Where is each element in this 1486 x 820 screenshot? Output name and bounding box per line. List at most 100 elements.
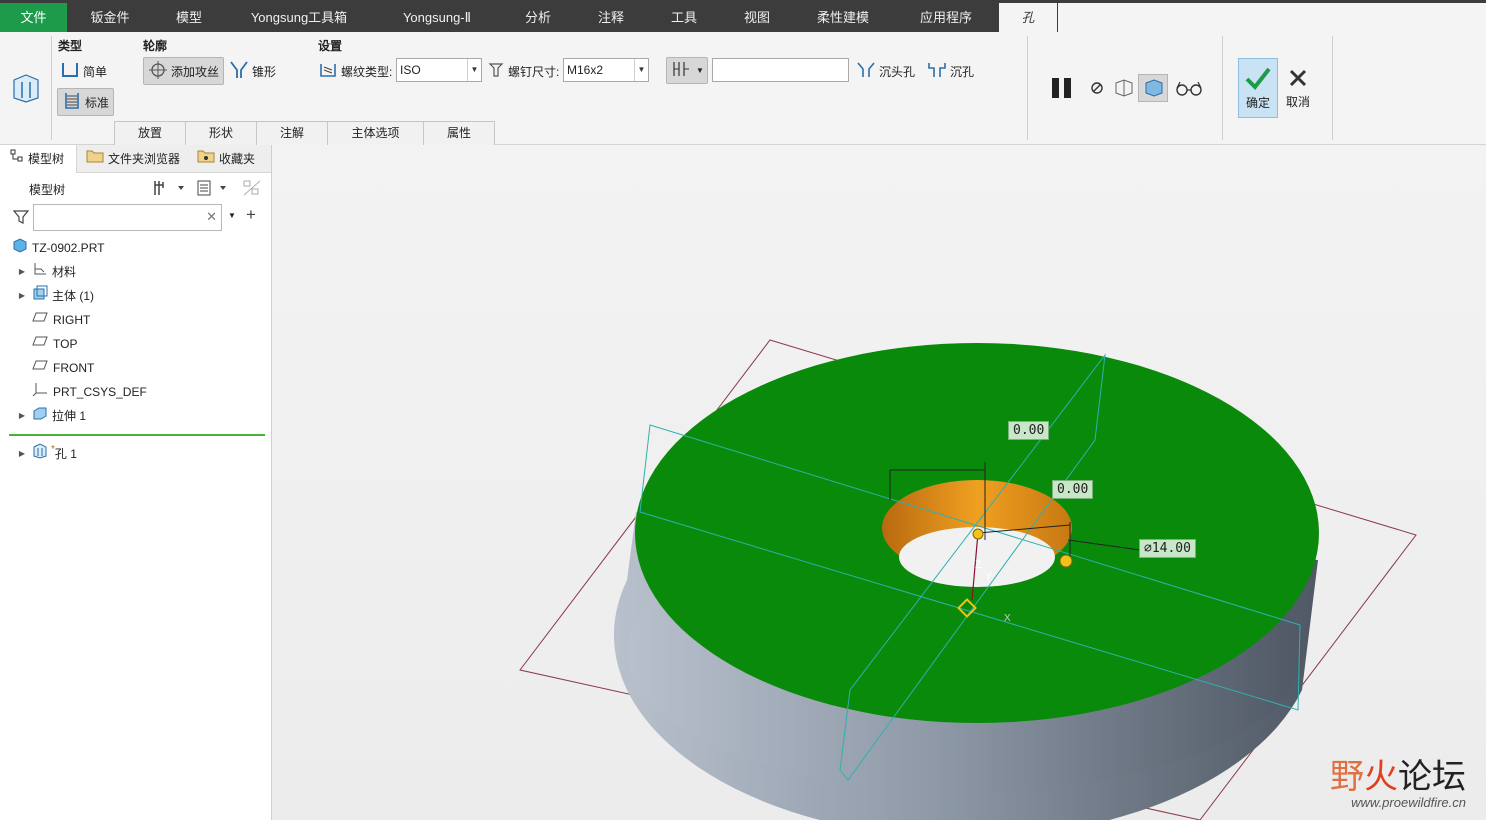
no-preview-icon[interactable] (1089, 80, 1105, 99)
tree-item-csys[interactable]: PRT_CSYS_DEF (32, 381, 147, 403)
menu-file[interactable]: 文件 (0, 3, 67, 32)
menu-bar: 文件 钣金件 模型 Yongsung工具箱 Yongsung-Ⅱ 分析 注释 工… (0, 0, 1486, 32)
menu-flexible-modeling[interactable]: 柔性建模 (793, 3, 893, 32)
menu-tools[interactable]: 工具 (647, 3, 721, 32)
watermark-title-a: 野 (1330, 757, 1364, 797)
tree-search-input[interactable]: ✕ (33, 204, 222, 231)
checkmark-icon (1245, 67, 1271, 91)
simple-hole-icon (60, 61, 80, 82)
menu-hole[interactable]: 孔 (999, 3, 1057, 32)
watermark-title-c: 论坛 (1398, 757, 1466, 797)
folder-icon (86, 145, 104, 173)
axis-y-label: Y (985, 571, 993, 583)
screw-size-select[interactable]: M16x2 ▼ (563, 58, 649, 82)
ok-button[interactable]: 确定 (1238, 58, 1278, 118)
screw-size-label-group: 螺钉尺寸: (487, 60, 559, 82)
tree-item-front[interactable]: FRONT (32, 357, 94, 379)
expand-icon[interactable]: ▶ (16, 261, 28, 283)
taper-icon (229, 60, 249, 83)
tab-notes[interactable]: 注解 (256, 121, 328, 145)
menu-analysis[interactable]: 分析 (501, 3, 575, 32)
tab-folder-browser-label: 文件夹浏览器 (108, 152, 181, 166)
menu-view[interactable]: 视图 (721, 3, 793, 32)
wireframe-preview-icon[interactable] (1113, 78, 1135, 101)
chevron-down-icon[interactable]: ▼ (467, 59, 481, 81)
tree-item-label: TZ-0902.PRT (32, 241, 105, 255)
counterbore-label: 沉孔 (950, 64, 975, 79)
taper-button[interactable]: 锥形 (229, 60, 276, 82)
settings-group-label: 设置 (318, 39, 343, 53)
dimension-offset-1-value: 0.00 (1013, 423, 1045, 438)
chevron-down-icon[interactable]: ▼ (634, 59, 648, 81)
add-tap-label: 添加攻丝 (171, 64, 220, 79)
diameter-handle[interactable] (1059, 554, 1073, 568)
tree-item-top[interactable]: TOP (32, 333, 77, 355)
menu-annotate[interactable]: 注释 (575, 3, 647, 32)
dimension-offset-2[interactable]: 0.00 (1052, 480, 1094, 499)
glasses-icon[interactable] (1175, 80, 1203, 99)
counterbore-button[interactable]: 沉孔 (927, 60, 974, 82)
add-icon[interactable]: + (246, 205, 256, 225)
thread-type-select[interactable]: ISO ▼ (396, 58, 482, 82)
chevron-down-icon[interactable]: ▼ (228, 211, 236, 220)
placement-handle[interactable] (972, 528, 984, 540)
menu-sheetmetal[interactable]: 钣金件 (67, 3, 153, 32)
tab-favorites-label: 收藏夹 (219, 152, 256, 166)
tab-properties[interactable]: 属性 (423, 121, 495, 145)
insert-here-marker[interactable] (9, 434, 265, 436)
tab-body-options[interactable]: 主体选项 (327, 121, 424, 145)
model-graphics (519, 339, 1417, 820)
clear-icon[interactable]: ✕ (206, 209, 217, 225)
material-icon (32, 261, 48, 284)
menu-applications[interactable]: 应用程序 (893, 3, 999, 32)
tree-item-material[interactable]: ▶ 材料 (16, 261, 76, 283)
tree-item-extrude[interactable]: ▶ 拉伸 1 (16, 405, 86, 427)
tree-item-part[interactable]: TZ-0902.PRT (12, 237, 104, 259)
dimension-offset-1[interactable]: 0.00 (1008, 421, 1050, 440)
thread-type-label: 螺纹类型: (341, 64, 393, 79)
tab-model-tree[interactable]: 模型树 (0, 145, 77, 173)
geometry-preview-button[interactable] (1138, 74, 1168, 102)
pause-icon[interactable] (1050, 76, 1074, 103)
tree-item-hole[interactable]: ▶ * 孔 1 (16, 442, 77, 465)
expand-icon[interactable]: ▶ (16, 443, 28, 465)
model-tree-title: 模型树 (29, 183, 66, 197)
menu-yongsung-toolbox[interactable]: Yongsung工具箱 (225, 3, 373, 32)
countersink-icon (856, 61, 876, 82)
simple-hole-button[interactable]: 简单 (60, 60, 107, 82)
favorites-icon (197, 145, 215, 173)
depth-option-button[interactable]: ▼ (666, 57, 708, 84)
tree-item-right[interactable]: RIGHT (32, 309, 90, 331)
cancel-button[interactable]: 取消 (1284, 58, 1312, 118)
tab-placement[interactable]: 放置 (114, 121, 186, 145)
expand-icon[interactable]: ▶ (16, 285, 28, 307)
tab-folder-browser[interactable]: 文件夹浏览器 (86, 145, 180, 173)
thread-icon (318, 61, 338, 82)
geometry-preview-icon (1145, 79, 1163, 97)
depth-value-input[interactable] (712, 58, 849, 82)
thread-type-value: ISO (400, 63, 421, 77)
filter-icon[interactable] (12, 208, 30, 229)
tab-shape[interactable]: 形状 (185, 121, 257, 145)
hole-feature-icon (10, 72, 42, 107)
tab-favorites[interactable]: 收藏夹 (197, 145, 255, 173)
ok-label: 确定 (1245, 96, 1270, 110)
tree-item-body[interactable]: ▶ 主体 (1) (16, 285, 94, 307)
counterbore-icon (927, 61, 947, 82)
ribbon-separator (1332, 36, 1333, 140)
tree-filter-disabled-icon[interactable] (242, 179, 262, 200)
expand-icon[interactable]: ▶ (16, 405, 28, 427)
countersink-button[interactable]: 沉头孔 (856, 60, 915, 82)
add-tap-button[interactable]: 添加攻丝 (143, 57, 225, 85)
feature-tabs: 放置 形状 注解 主体选项 属性 (114, 121, 495, 145)
tree-item-label: 主体 (1) (52, 289, 95, 303)
tree-show-icon[interactable] (196, 179, 230, 200)
graphics-viewport[interactable]: 0.00 0.00 ⌀14.00 Z Y X 野火论坛 www.proewild… (272, 145, 1486, 820)
menu-yongsung-2[interactable]: Yongsung-Ⅱ (373, 3, 501, 32)
standard-hole-button[interactable]: 标准 (57, 88, 115, 116)
menu-model[interactable]: 模型 (153, 3, 225, 32)
diameter-symbol: ⌀ (1144, 541, 1152, 556)
tree-settings-icon[interactable] (152, 179, 186, 200)
forum-watermark: 野火论坛 www.proewildfire.cn (1330, 759, 1466, 810)
dimension-diameter[interactable]: ⌀14.00 (1139, 539, 1196, 558)
